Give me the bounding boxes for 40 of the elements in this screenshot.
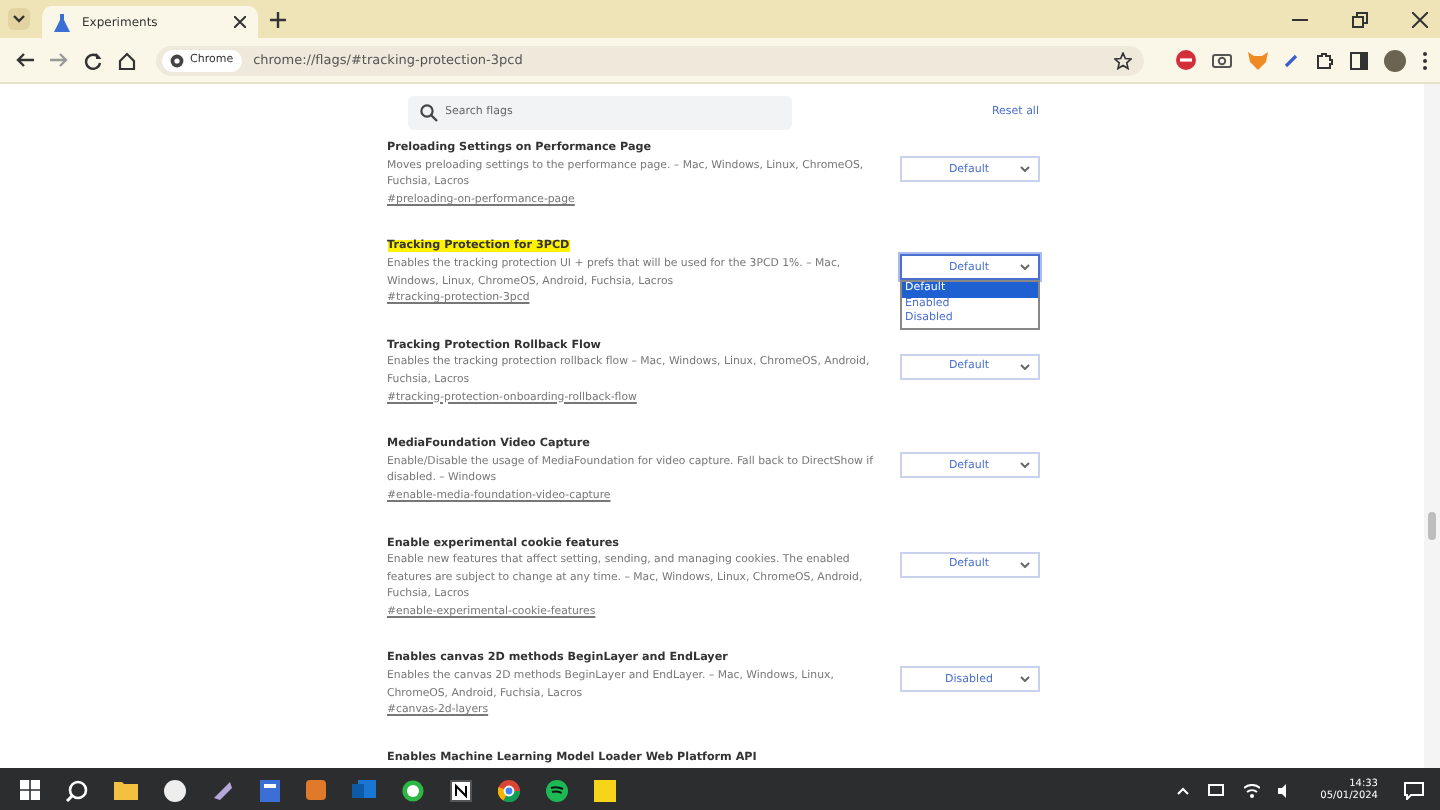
profile-avatar[interactable]: [1384, 49, 1406, 71]
chevron-up-icon[interactable]: [1176, 785, 1191, 795]
caret-icon: [1019, 462, 1029, 469]
chat-icon[interactable]: [402, 779, 424, 801]
side-panel-icon[interactable]: [1350, 51, 1368, 69]
flask-icon: [54, 13, 70, 31]
pen-icon[interactable]: [1284, 52, 1300, 68]
chevron-down-icon: [12, 14, 26, 24]
scrollbar-thumb[interactable]: [1428, 512, 1436, 540]
caret-icon: [1019, 264, 1029, 271]
chrome-logo: [170, 53, 184, 67]
caret-icon: [1019, 676, 1029, 683]
restore-icon[interactable]: [1352, 11, 1368, 27]
caret-icon: [1019, 166, 1029, 172]
windows-logo-icon[interactable]: [20, 780, 40, 800]
caret-icon: [1019, 363, 1029, 370]
back-icon[interactable]: [16, 52, 34, 68]
menu-icon[interactable]: [1422, 51, 1428, 69]
mail-icon[interactable]: [352, 780, 376, 800]
browser-icon[interactable]: [498, 779, 520, 801]
close-icon[interactable]: [1412, 11, 1428, 27]
home-icon[interactable]: [118, 51, 136, 69]
stop-sign-icon[interactable]: [1176, 50, 1196, 70]
search-icon[interactable]: [66, 779, 88, 801]
camera-icon[interactable]: [1212, 52, 1232, 68]
forward-icon[interactable]: [50, 52, 68, 68]
notebook-icon[interactable]: [450, 779, 472, 801]
puzzle-icon[interactable]: [1316, 51, 1334, 69]
folder-icon[interactable]: [114, 780, 138, 800]
star-icon[interactable]: [1114, 51, 1132, 69]
wifi-icon[interactable]: [1244, 783, 1261, 797]
battery-icon[interactable]: [1208, 784, 1227, 796]
notification-icon[interactable]: [1404, 781, 1424, 799]
new-tab-icon[interactable]: [270, 11, 286, 27]
tab-search-button[interactable]: [8, 8, 30, 30]
reload-icon[interactable]: [84, 51, 102, 69]
music-icon[interactable]: [546, 779, 568, 801]
sticky-note-icon[interactable]: [594, 779, 616, 801]
close-tab-icon[interactable]: [234, 16, 246, 28]
caret-icon: [1019, 561, 1029, 567]
